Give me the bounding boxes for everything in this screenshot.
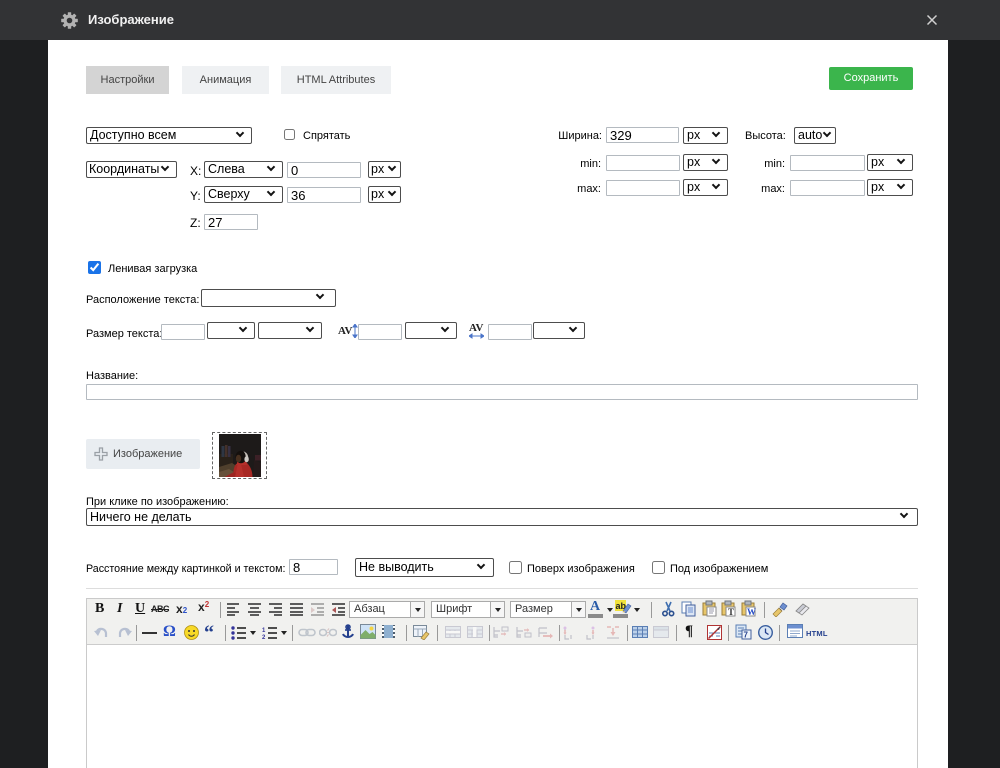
- svg-text:2: 2: [262, 635, 266, 640]
- svg-text:1: 1: [262, 628, 266, 634]
- svg-text:7: 7: [744, 631, 749, 640]
- svg-text:W: W: [747, 607, 756, 617]
- svg-text:T: T: [728, 607, 734, 617]
